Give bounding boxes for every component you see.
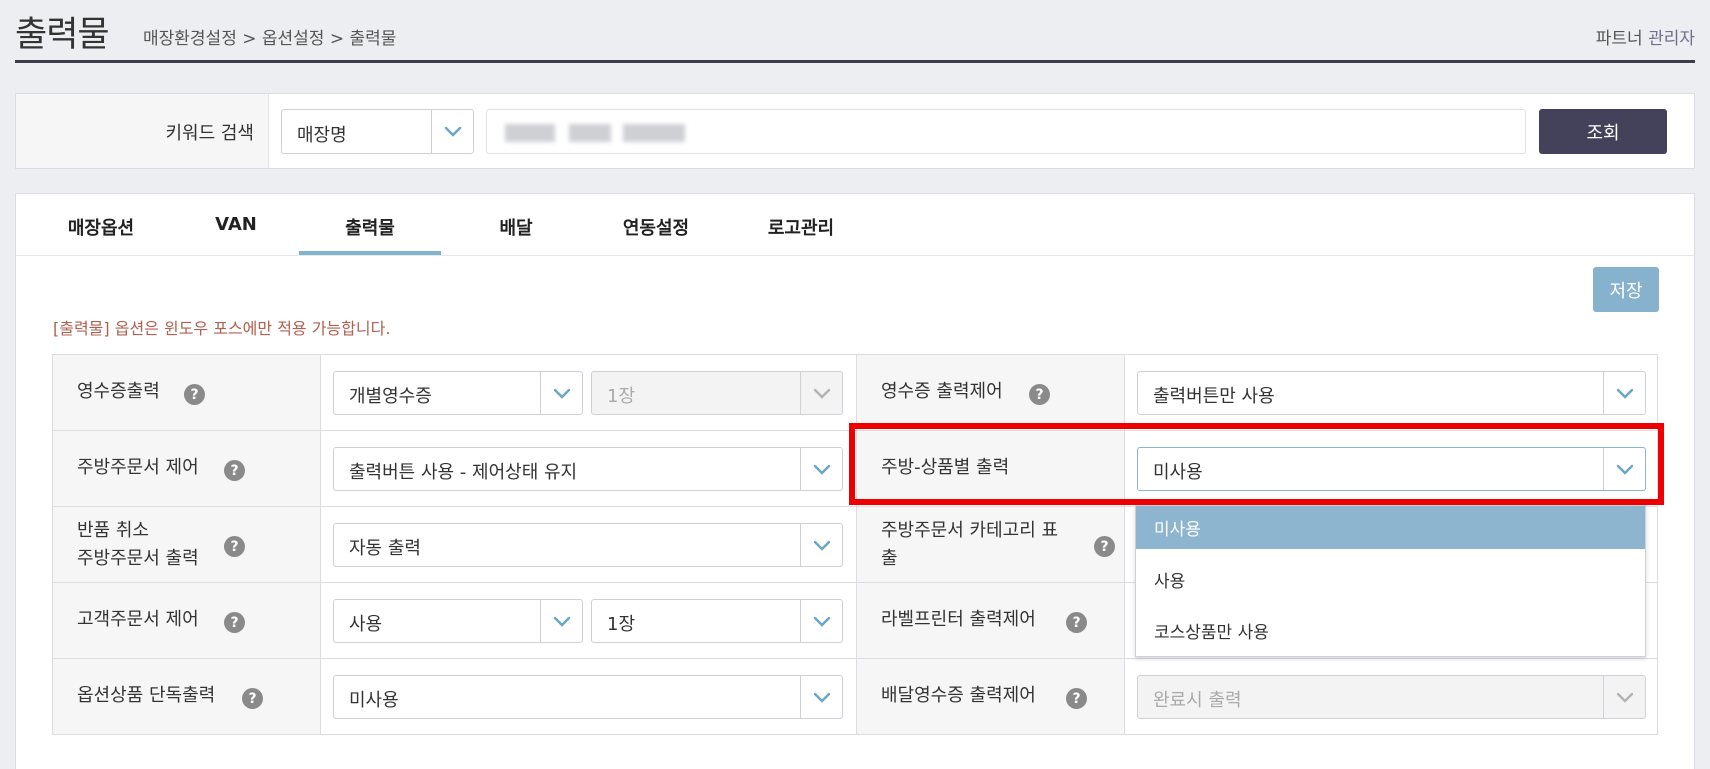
- tab-van[interactable]: VAN: [176, 214, 296, 235]
- label-printer-label: 라벨프린터 출력제어: [881, 609, 1036, 630]
- chevron-down-icon: [1603, 676, 1645, 718]
- search-label: 키워드 검색: [165, 123, 254, 144]
- search-label-cell: 키워드 검색: [16, 94, 269, 168]
- active-tab-indicator: [299, 251, 441, 255]
- chevron-down-icon: [800, 676, 842, 718]
- help-icon[interactable]: ?: [224, 612, 245, 633]
- help-icon[interactable]: ?: [224, 460, 245, 481]
- user-info[interactable]: 파트너 관리자: [1596, 24, 1695, 49]
- delivery-receipt-value-cell: 완료시 출력: [1125, 659, 1658, 735]
- search-type-value: 매장명: [297, 125, 347, 146]
- kitchen-category-label-line2: 출: [881, 548, 898, 569]
- receipt-control-value: 출력버튼만 사용: [1153, 386, 1275, 407]
- customer-control-value-cell: 사용 1장: [321, 583, 857, 659]
- tab-integration[interactable]: 연동설정: [586, 214, 726, 240]
- save-button[interactable]: 저장: [1593, 267, 1659, 312]
- redacted-text: [569, 124, 611, 142]
- redacted-text: [623, 124, 685, 142]
- option-item-value-cell: 미사용: [321, 659, 857, 735]
- receipt-print-value: 개별영수증: [349, 386, 432, 407]
- receipt-print-select[interactable]: 개별영수증: [333, 371, 583, 415]
- user-role: 관리자: [1648, 29, 1695, 49]
- search-button[interactable]: 조회: [1539, 109, 1667, 154]
- delivery-receipt-value: 완료시 출력: [1153, 690, 1242, 711]
- return-cancel-value-cell: 자동 출력: [321, 507, 857, 583]
- option-item-select[interactable]: 미사용: [333, 675, 843, 719]
- chevron-down-icon: [800, 600, 842, 642]
- help-icon[interactable]: ?: [1066, 688, 1087, 709]
- tab-logo[interactable]: 로고관리: [731, 214, 871, 240]
- receipt-print-label-cell: 영수증출력 ?: [53, 355, 321, 431]
- delivery-receipt-label-cell: 배달영수증 출력제어 ?: [857, 659, 1125, 735]
- help-icon[interactable]: ?: [242, 688, 263, 709]
- kitchen-category-label-line1: 주방주문서 카테고리 표: [881, 520, 1059, 541]
- option-item-label-cell: 옵션상품 단독출력 ?: [53, 659, 321, 735]
- tab-bar: 매장옵션 VAN 출력물 배달 연동설정 로고관리: [16, 194, 1694, 256]
- tab-store-options[interactable]: 매장옵션: [36, 214, 166, 240]
- customer-control-select[interactable]: 사용: [333, 599, 583, 643]
- tab-outputs[interactable]: 출력물: [299, 214, 441, 240]
- dropdown-option-course-only[interactable]: 코스상품만 사용: [1136, 609, 1645, 652]
- receipt-print-label: 영수증출력: [77, 381, 160, 402]
- return-cancel-label-line1: 반품 취소: [77, 520, 149, 541]
- header-rule: [15, 60, 1695, 63]
- chevron-down-icon: [431, 110, 473, 153]
- chevron-down-icon: [800, 372, 842, 414]
- delivery-receipt-label: 배달영수증 출력제어: [881, 685, 1036, 706]
- customer-copies-select[interactable]: 1장: [591, 599, 843, 643]
- receipt-control-label: 영수증 출력제어: [881, 381, 1003, 402]
- return-cancel-select[interactable]: 자동 출력: [333, 523, 843, 567]
- user-prefix: 파트너: [1595, 29, 1643, 49]
- chevron-down-icon: [800, 524, 842, 566]
- kitchen-control-value: 출력버튼 사용 - 제어상태 유지: [349, 462, 578, 483]
- breadcrumb: 매장환경설정 > 옵션설정 > 출력물: [143, 29, 397, 49]
- kitchen-control-select[interactable]: 출력버튼 사용 - 제어상태 유지: [333, 447, 843, 491]
- receipt-copies-select[interactable]: 1장: [591, 371, 843, 415]
- option-item-label: 옵션상품 단독출력: [77, 685, 216, 706]
- chevron-down-icon: [1603, 372, 1645, 414]
- help-icon[interactable]: ?: [224, 536, 245, 557]
- kitchen-item-print-dropdown: 미사용 사용 코스상품만 사용: [1135, 505, 1646, 657]
- return-cancel-label-cell: 반품 취소 주방주문서 출력 ?: [53, 507, 321, 583]
- kitchen-category-label-cell: 주방주문서 카테고리 표 출 ?: [857, 507, 1125, 583]
- search-type-select[interactable]: 매장명: [281, 109, 474, 154]
- receipt-print-value-cell: 개별영수증 1장: [321, 355, 857, 431]
- page-title: 출력물: [15, 15, 110, 55]
- receipt-copies-value: 1장: [607, 386, 636, 407]
- notice-text: [출력물] 옵션은 윈도우 포스에만 적용 가능합니다.: [53, 319, 391, 338]
- tab-delivery[interactable]: 배달: [456, 214, 576, 240]
- help-icon[interactable]: ?: [184, 384, 205, 405]
- customer-copies-value: 1장: [607, 614, 636, 635]
- redacted-text: [505, 124, 555, 142]
- help-icon[interactable]: ?: [1066, 612, 1087, 633]
- customer-control-label: 고객주문서 제어: [77, 609, 199, 630]
- receipt-control-label-cell: 영수증 출력제어 ?: [857, 355, 1125, 431]
- help-icon[interactable]: ?: [1029, 384, 1050, 405]
- delivery-receipt-select[interactable]: 완료시 출력: [1137, 675, 1646, 719]
- receipt-control-value-cell: 출력버튼만 사용: [1125, 355, 1658, 431]
- kitchen-control-label-cell: 주방주문서 제어 ?: [53, 431, 321, 507]
- chevron-down-icon: [540, 372, 582, 414]
- highlight-box: [849, 423, 1664, 505]
- chevron-down-icon: [800, 448, 842, 490]
- help-icon[interactable]: ?: [1094, 536, 1115, 557]
- return-cancel-value: 자동 출력: [349, 538, 421, 559]
- label-printer-label-cell: 라벨프린터 출력제어 ?: [857, 583, 1125, 659]
- dropdown-option-unused[interactable]: 미사용: [1136, 506, 1645, 549]
- kitchen-control-value-cell: 출력버튼 사용 - 제어상태 유지: [321, 431, 857, 507]
- keyword-input[interactable]: [486, 109, 1526, 154]
- dropdown-option-use[interactable]: 사용: [1136, 558, 1645, 601]
- receipt-control-select[interactable]: 출력버튼만 사용: [1137, 371, 1646, 415]
- return-cancel-label-line2: 주방주문서 출력: [77, 548, 199, 569]
- customer-control-value: 사용: [349, 614, 383, 635]
- option-item-value: 미사용: [349, 690, 399, 711]
- customer-control-label-cell: 고객주문서 제어 ?: [53, 583, 321, 659]
- chevron-down-icon: [540, 600, 582, 642]
- kitchen-control-label: 주방주문서 제어: [77, 457, 199, 478]
